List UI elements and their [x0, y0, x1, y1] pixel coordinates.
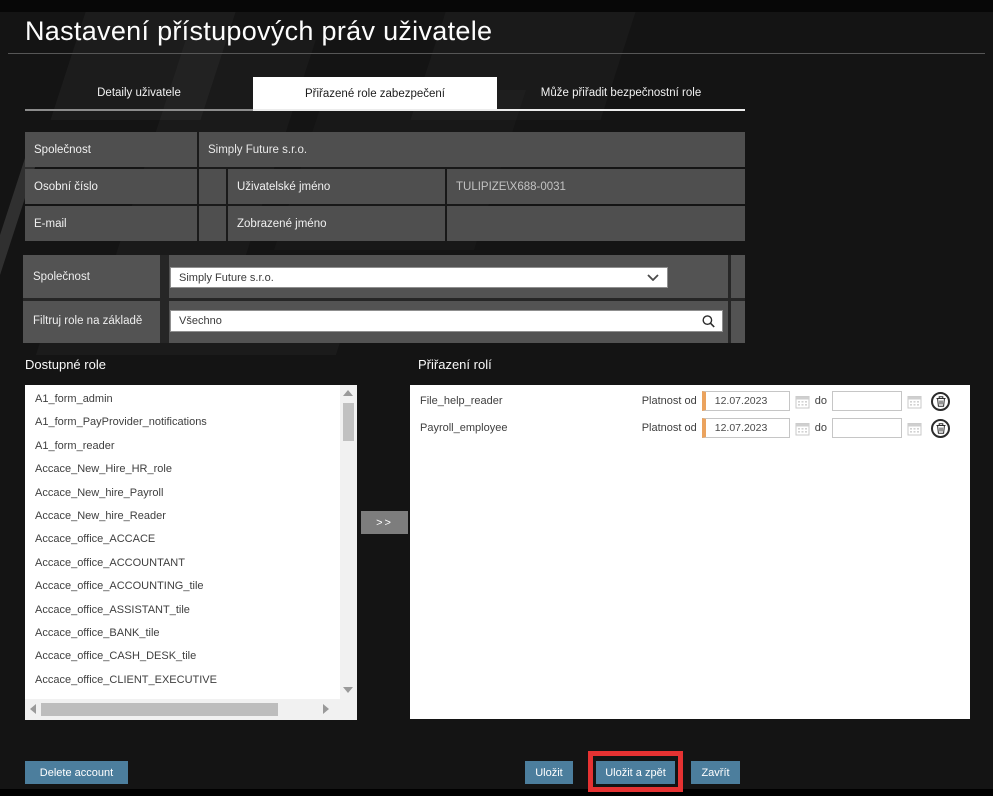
user-access-rights-window: Nastavení přístupových práv uživatele De… [0, 0, 993, 796]
filter-roles-label: Filtruj role na základě [33, 315, 142, 327]
tab-user-details[interactable]: Detaily uživatele [25, 77, 253, 109]
available-roles-listbox: A1_form_adminA1_form_PayProvider_notific… [25, 385, 357, 720]
valid-to-input[interactable] [833, 422, 901, 434]
horizontal-scrollbar[interactable] [25, 699, 340, 720]
delete-role-button[interactable] [931, 419, 950, 438]
available-roles-title: Dostupné role [25, 357, 106, 372]
delete-account-button[interactable]: Delete account [25, 761, 128, 784]
panel-divider [728, 255, 731, 343]
horizontal-scroll-thumb[interactable] [41, 703, 278, 716]
display-name-label: Zobrazené jméno [228, 206, 445, 241]
list-item[interactable]: A1_form_admin [25, 388, 340, 411]
email-label: E-mail [25, 206, 197, 241]
company-select-value: Simply Future s.r.o. [179, 272, 647, 284]
panel-divider [23, 298, 745, 301]
list-item[interactable]: Accace_office_ACCOUNTANT [25, 552, 340, 575]
valid-to-field [832, 391, 902, 411]
valid-from-field [702, 391, 790, 411]
email-value [199, 206, 226, 241]
scrollbar-corner [340, 699, 357, 720]
close-button[interactable]: Zavřít [691, 761, 740, 784]
save-and-back-button[interactable]: Uložit a zpět [596, 761, 675, 784]
valid-to-label: do [815, 395, 827, 407]
tab-label: Detaily uživatele [97, 87, 181, 99]
page-title: Nastavení přístupových práv uživatele [25, 16, 492, 47]
scroll-down-arrow-icon[interactable] [343, 687, 353, 693]
valid-to-label: do [815, 422, 827, 434]
valid-to-input[interactable] [833, 395, 901, 407]
valid-from-label: Platnost od [642, 395, 697, 407]
delete-role-button[interactable] [931, 392, 950, 411]
personal-number-value [199, 169, 226, 204]
calendar-icon[interactable] [795, 421, 810, 436]
assign-role-button[interactable]: >> [361, 511, 408, 534]
scroll-right-arrow-icon[interactable] [323, 704, 329, 714]
list-item[interactable]: Accace_New_Hire_HR_role [25, 458, 340, 481]
list-item[interactable]: Accace_office_CASH_DESK_tile [25, 645, 340, 668]
company-label: Společnost [25, 132, 197, 167]
assigned-role-row: Payroll_employeePlatnost od do [410, 417, 970, 439]
list-item[interactable]: Accace_New_hire_Payroll [25, 482, 340, 505]
calendar-icon[interactable] [795, 394, 810, 409]
list-item[interactable]: Accace_office_ACCACE [25, 528, 340, 551]
role-filter-input[interactable] [177, 314, 701, 328]
vertical-scrollbar[interactable] [340, 385, 357, 699]
assigned-role-name: File_help_reader [420, 395, 642, 407]
window-bottom-edge [0, 789, 993, 796]
calendar-icon[interactable] [907, 394, 922, 409]
role-filter-searchbox [170, 310, 723, 332]
list-item[interactable]: Accace_New_hire_Reader [25, 505, 340, 528]
username-value: TULIPIZE\X688-0031 [447, 169, 745, 204]
valid-from-label: Platnost od [642, 422, 697, 434]
company-select[interactable]: Simply Future s.r.o. [170, 267, 668, 288]
tab-label: Může přiřadit bezpečnostní role [541, 87, 701, 99]
assigned-roles-title: Přiřazení rolí [418, 357, 492, 372]
search-icon[interactable] [701, 314, 716, 329]
tab-label: Přiřazené role zabezpečení [305, 88, 445, 100]
list-item[interactable]: Accace_office_ASSISTANT_tile [25, 599, 340, 622]
username-label: Uživatelské jméno [228, 169, 445, 204]
tab-assigned-security-roles[interactable]: Přiřazené role zabezpečení [253, 77, 497, 110]
filter-company-label: Společnost [33, 271, 90, 283]
save-button[interactable]: Uložit [525, 761, 573, 784]
list-item[interactable]: Accace_office_CLIENT_EXECUTIVE [25, 669, 340, 692]
tab-underline [253, 109, 745, 111]
valid-to-field [832, 418, 902, 438]
company-value: Simply Future s.r.o. [199, 132, 745, 167]
valid-from-input[interactable] [706, 422, 789, 434]
title-divider [8, 53, 985, 54]
vertical-scroll-thumb[interactable] [343, 403, 354, 441]
tab-underline [25, 109, 253, 111]
window-top-edge [0, 0, 993, 12]
personal-number-label: Osobní číslo [25, 169, 197, 204]
role-filter-panel: Společnost Filtruj role na základě Simpl… [23, 255, 745, 343]
assigned-role-row: File_help_readerPlatnost od do [410, 390, 970, 412]
valid-from-input[interactable] [706, 395, 789, 407]
calendar-icon[interactable] [907, 421, 922, 436]
assigned-role-name: Payroll_employee [420, 422, 642, 434]
valid-from-field [702, 418, 790, 438]
assigned-roles-list: File_help_readerPlatnost oddoPayroll_emp… [410, 385, 970, 719]
list-item[interactable]: A1_form_reader [25, 435, 340, 458]
list-item[interactable]: A1_form_PayProvider_notifications [25, 411, 340, 434]
list-item[interactable]: Accace_office_ACCOUNTING_tile [25, 575, 340, 598]
scroll-up-arrow-icon[interactable] [343, 390, 353, 396]
scroll-left-arrow-icon[interactable] [30, 704, 36, 714]
tab-can-assign-security-roles[interactable]: Může přiřadit bezpečnostní role [497, 77, 745, 109]
available-roles-list: A1_form_adminA1_form_PayProvider_notific… [25, 388, 340, 692]
chevron-down-icon [647, 274, 659, 281]
display-name-value [447, 206, 745, 241]
list-item[interactable]: Accace_office_BANK_tile [25, 622, 340, 645]
